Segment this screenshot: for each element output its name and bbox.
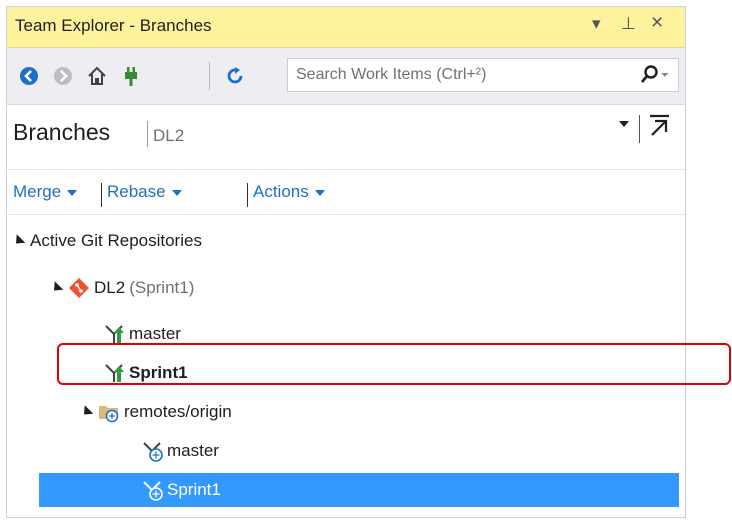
callout-highlight-box	[57, 343, 731, 385]
action-separator	[101, 183, 102, 207]
page-header: Branches DL2	[7, 105, 685, 169]
actions-link[interactable]: Actions	[253, 182, 325, 202]
tree-item-repo[interactable]: DL2 (Sprint1)	[49, 271, 195, 305]
remote-branch-icon	[141, 440, 163, 462]
team-explorer-panel: Team Explorer - Branches ▾ ⊥ × Branches	[6, 6, 686, 518]
remote-folder-icon	[98, 401, 120, 423]
search-icon[interactable]	[640, 64, 670, 91]
repo-context-label: DL2	[153, 126, 185, 145]
merge-dropdown-icon	[67, 189, 78, 196]
undock-icon[interactable]	[647, 113, 673, 144]
tree-item-remote[interactable]: remotes/origin	[79, 395, 232, 429]
page-dropdown-icon[interactable]	[617, 117, 631, 136]
branch-label: master	[129, 324, 181, 343]
toolbar-separator	[209, 62, 210, 90]
tree-group-active-repos[interactable]: Active Git Repositories	[11, 224, 202, 258]
search-box[interactable]	[287, 58, 679, 92]
branch-label: master	[167, 441, 219, 460]
back-icon[interactable]	[17, 63, 41, 89]
expanded-triangle-icon[interactable]	[79, 405, 94, 419]
header-separator-2	[639, 115, 640, 143]
rebase-dropdown-icon	[171, 189, 182, 196]
remote-branch-item-master[interactable]: master	[141, 434, 219, 468]
rebase-link[interactable]: Rebase	[107, 182, 182, 202]
search-input[interactable]	[296, 65, 596, 85]
repo-current-branch: (Sprint1)	[129, 278, 195, 297]
pin-icon[interactable]: ⊥	[621, 14, 636, 34]
home-icon[interactable]	[85, 63, 109, 89]
action-bar: Merge Rebase Actions	[7, 169, 685, 215]
expanded-triangle-icon[interactable]	[11, 234, 26, 248]
local-branch-icon	[103, 323, 125, 345]
forward-icon[interactable]	[51, 63, 75, 89]
refresh-icon[interactable]	[223, 63, 247, 89]
git-repo-icon	[68, 277, 90, 299]
actions-dropdown-icon	[314, 189, 325, 196]
group-label: Active Git Repositories	[30, 231, 202, 250]
connect-icon[interactable]	[119, 63, 143, 89]
repo-name: DL2	[94, 278, 126, 297]
title-bar: Team Explorer - Branches ▾ ⊥ ×	[7, 7, 685, 48]
close-icon[interactable]: ×	[651, 11, 663, 35]
remote-branch-item-sprint1[interactable]: Sprint1	[39, 473, 679, 507]
remote-label: remotes/origin	[124, 402, 232, 421]
remote-branch-icon	[141, 479, 163, 501]
header-separator	[147, 121, 148, 147]
expanded-triangle-icon[interactable]	[49, 281, 64, 295]
page-title: Branches	[13, 119, 111, 145]
toolbar	[7, 48, 685, 105]
branch-label: Sprint1	[167, 480, 221, 499]
action-separator	[247, 183, 248, 207]
merge-link[interactable]: Merge	[13, 182, 78, 202]
window-title: Team Explorer - Branches	[15, 16, 212, 35]
window-dropdown-icon[interactable]: ▾	[592, 14, 601, 34]
